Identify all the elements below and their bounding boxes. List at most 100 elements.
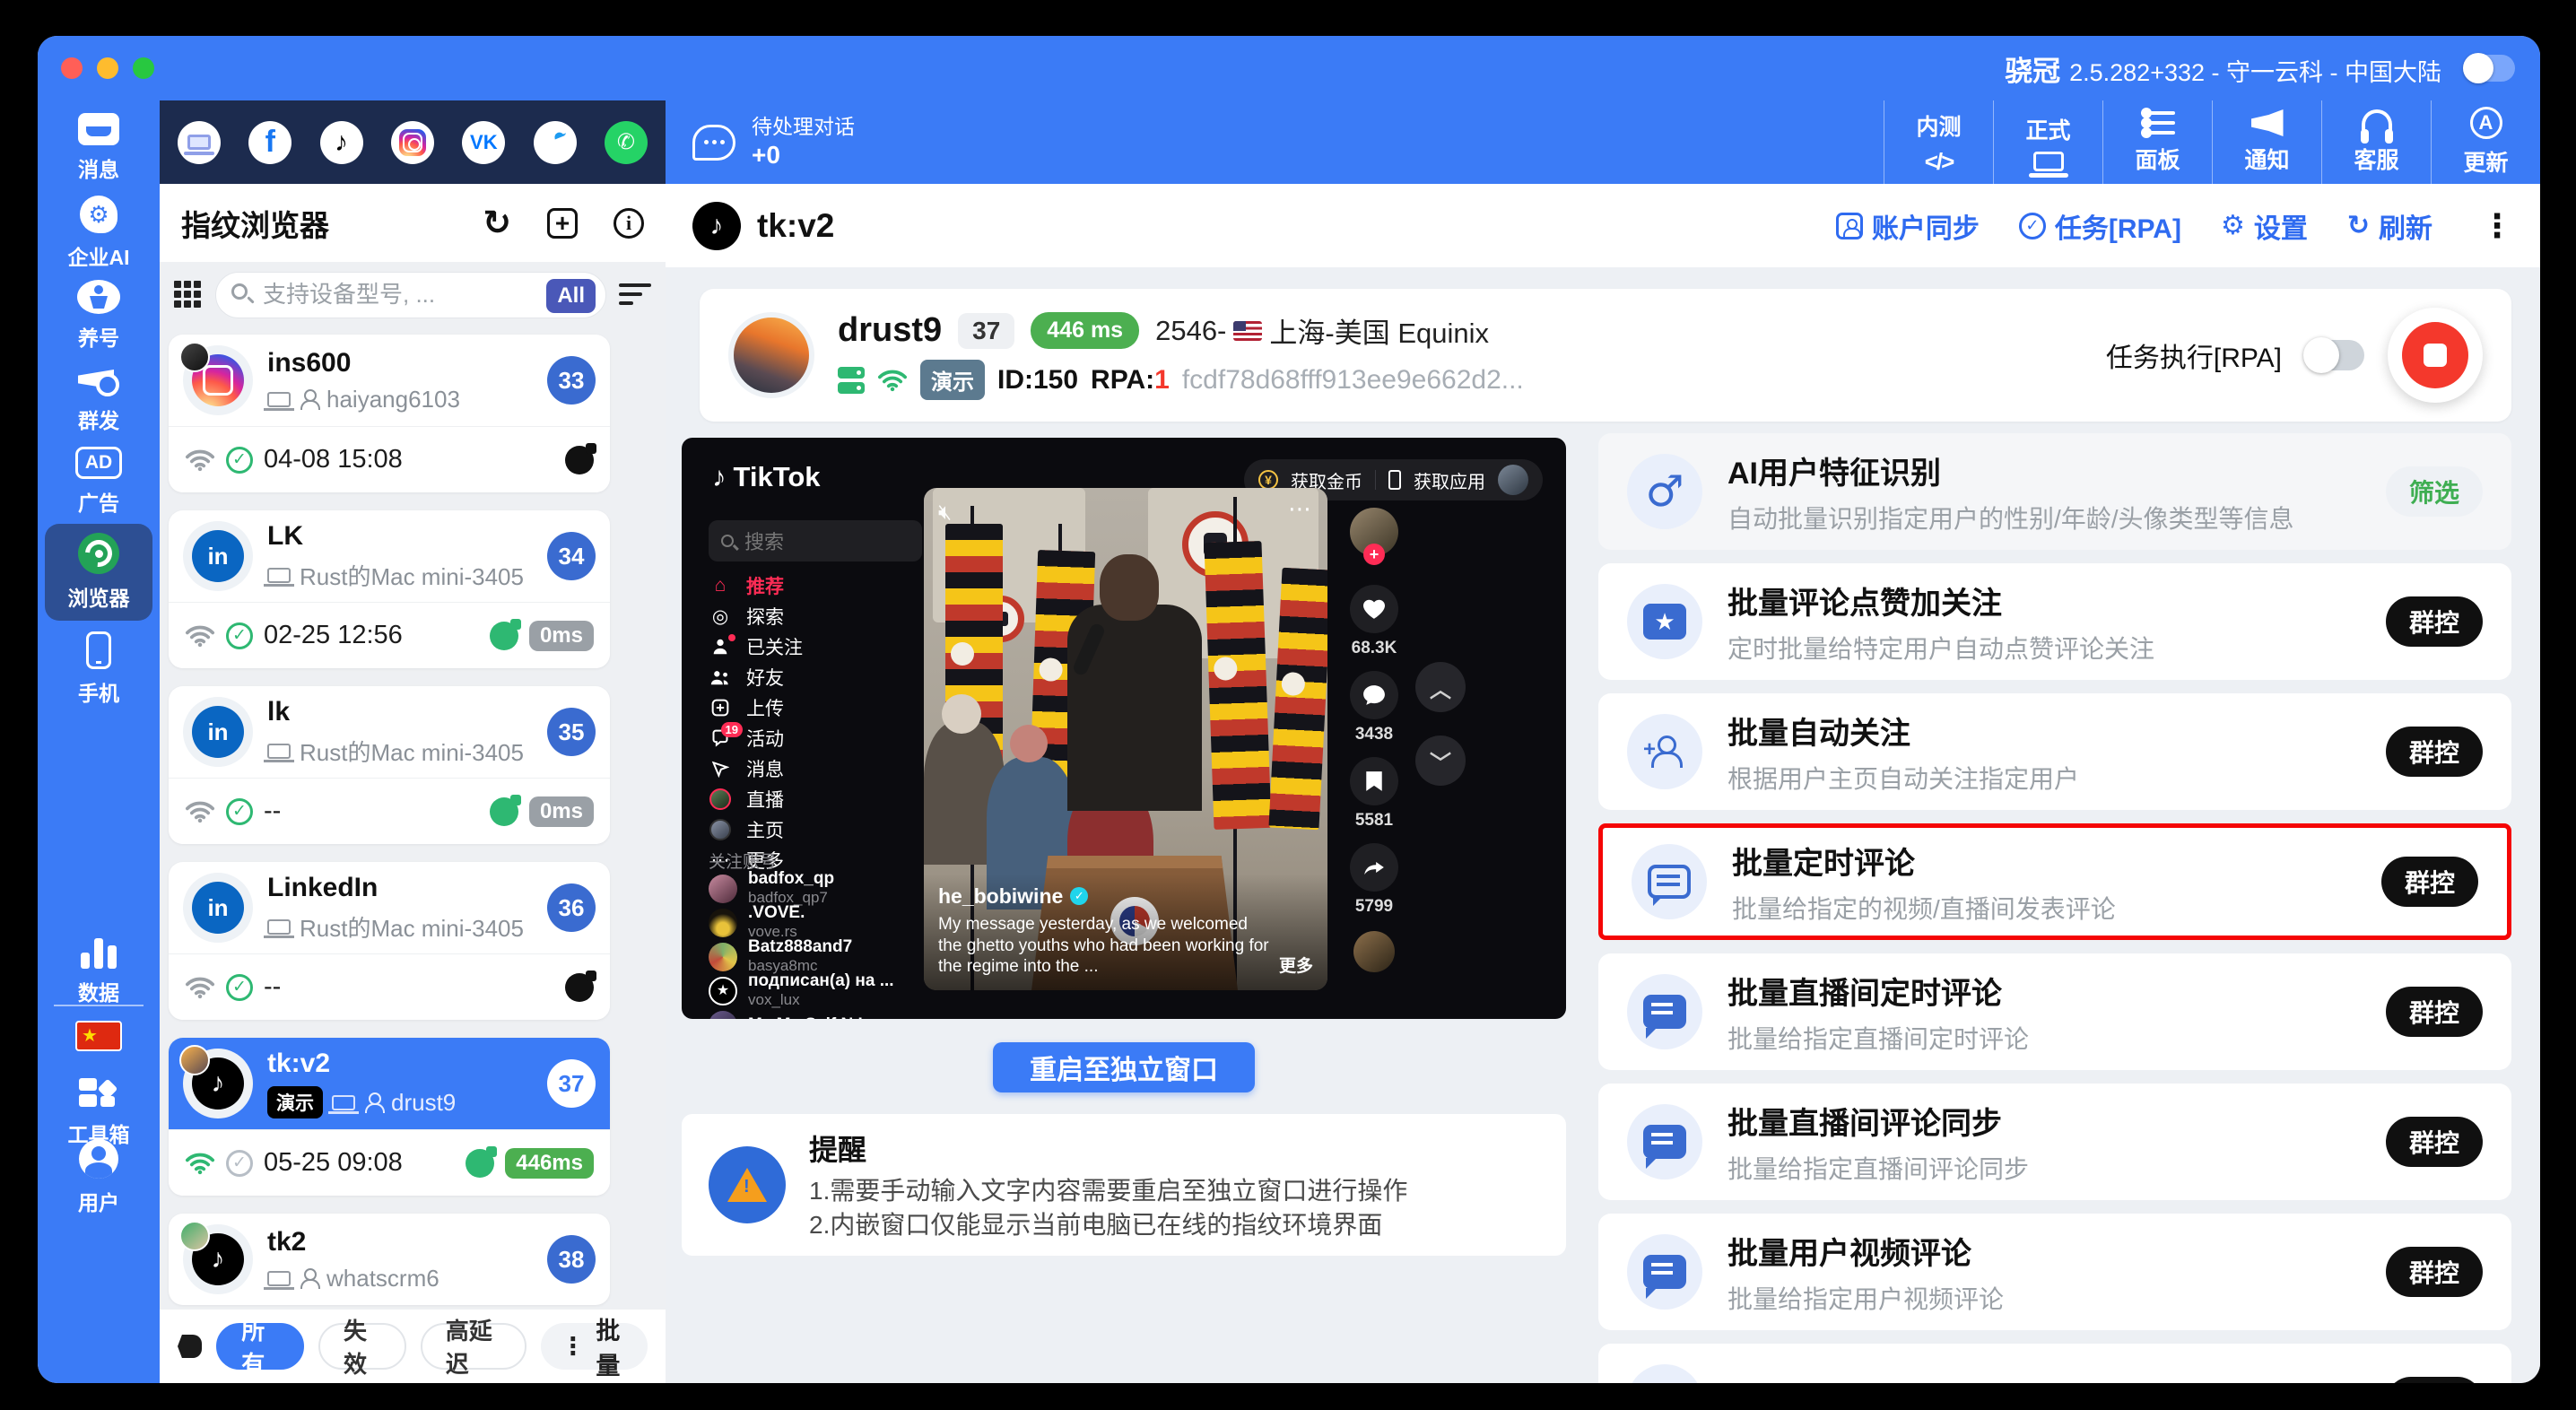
- proxy-globe-icon[interactable]: [565, 446, 594, 474]
- settings-button[interactable]: ⚙设置: [2221, 206, 2308, 246]
- feature-batch-auto-follow[interactable]: + 批量自动关注根据用户主页自动关注指定用户 群控: [1598, 693, 2511, 810]
- proxy-globe-icon[interactable]: [490, 622, 518, 650]
- stop-button[interactable]: [2388, 308, 2483, 403]
- filter-invalid[interactable]: 失效: [318, 1323, 406, 1370]
- refresh-button[interactable]: ↻刷新: [2347, 206, 2432, 246]
- tiktok-nav-friends[interactable]: 好友: [709, 664, 924, 691]
- share-button[interactable]: [1350, 843, 1398, 892]
- task-rpa-toggle[interactable]: [2305, 340, 2364, 370]
- feature-batch-scheduled-like[interactable]: 批量定时点赞 群控: [1598, 1344, 2511, 1383]
- support-button[interactable]: 客服: [2321, 100, 2431, 184]
- proxy-globe-icon[interactable]: [565, 973, 594, 1002]
- filter-all[interactable]: 所有: [216, 1323, 304, 1370]
- sidebar-item-browser[interactable]: 浏览器: [38, 533, 160, 612]
- account-sync-button[interactable]: 账户同步: [1836, 206, 1980, 246]
- proxy-globe-icon[interactable]: [490, 797, 518, 826]
- tiktok-nav-following[interactable]: 已关注: [709, 633, 924, 660]
- sidebar-item-language-flag[interactable]: ★: [38, 1021, 160, 1051]
- follow-plus-icon[interactable]: +: [1363, 544, 1385, 565]
- feature-batch-live-comment-sync[interactable]: 批量直播间评论同步批量给指定直播间评论同步 群控: [1598, 1084, 2511, 1200]
- account-row-ins600[interactable]: ins600 haiyang6103 33 ✓ 04-08 15:08: [169, 335, 610, 492]
- account-row-tk2[interactable]: ♪ tk2 whatscrm6 38: [169, 1214, 610, 1305]
- followed-account[interactable]: Batz888and7basya8mc: [709, 940, 933, 974]
- feature-batch-scheduled-comment-highlighted[interactable]: 批量定时评论批量给指定的视频/直播间发表评论 群控: [1598, 823, 2511, 940]
- sidebar-item-mass-send[interactable]: 群发: [38, 362, 160, 434]
- feature-batch-live-scheduled-comment[interactable]: 批量直播间定时评论批量给指定直播间定时评论 群控: [1598, 953, 2511, 1070]
- feature-batch-like-follow[interactable]: ★ 批量评论点赞加关注定时批量给特定用户自动点赞评论关注 群控: [1598, 563, 2511, 680]
- pending-conversations[interactable]: 待处理对话 +0: [752, 114, 855, 171]
- instagram-icon[interactable]: [391, 121, 434, 164]
- release-button[interactable]: 正式: [1993, 100, 2102, 184]
- mute-icon[interactable]: 🔇︎: [938, 500, 952, 526]
- facebook-icon[interactable]: f: [248, 121, 292, 164]
- account-row-tkv2-selected[interactable]: ♪ tk:v2 演示drust9 37 ✓ 05-25 09:08 446ms: [169, 1038, 610, 1196]
- tiktok-nav-messages[interactable]: 消息: [709, 755, 924, 782]
- theme-toggle[interactable]: [2463, 55, 2515, 82]
- beta-button[interactable]: 内测</>: [1884, 100, 1993, 184]
- account-row-LK[interactable]: in LK Rust的Mac mini-3405 34 ✓ 02-25 12:5…: [169, 510, 610, 668]
- sidebar-item-user[interactable]: 用户: [38, 1139, 160, 1216]
- creator-avatar[interactable]: +: [1350, 508, 1398, 556]
- sidebar-item-data[interactable]: 数据: [38, 935, 160, 1006]
- group-control-badge[interactable]: 群控: [2386, 1117, 2483, 1167]
- account-row-lk[interactable]: in lk Rust的Mac mini-3405 35 ✓ -- 0ms: [169, 686, 610, 844]
- sidebar-item-enterprise-ai[interactable]: ⚙ 企业AI: [38, 196, 160, 271]
- chat-bubble-icon[interactable]: [692, 125, 735, 161]
- followed-account[interactable]: .VOVE.vove.rs: [709, 906, 933, 940]
- group-control-badge[interactable]: 群控: [2386, 596, 2483, 647]
- followed-account[interactable]: badfox_qpbadfox_qp7: [709, 872, 933, 906]
- info-icon[interactable]: i: [614, 208, 644, 239]
- batch-actions-button[interactable]: ⋮批量: [541, 1323, 648, 1370]
- tag-icon[interactable]: [178, 1335, 202, 1358]
- sidebar-item-phone[interactable]: 手机: [38, 631, 160, 707]
- tiktok-nav-foryou[interactable]: ⌂推荐: [709, 572, 924, 599]
- caption-username[interactable]: he_bobiwine: [938, 884, 1063, 909]
- restart-standalone-window-button[interactable]: 重启至独立窗口: [993, 1042, 1255, 1092]
- group-control-badge[interactable]: 群控: [2381, 857, 2478, 907]
- sidebar-item-account-nurture[interactable]: 养号: [38, 280, 160, 352]
- sidebar-item-toolbox[interactable]: 工具箱: [38, 1075, 160, 1148]
- caption-more-button[interactable]: 更多: [1279, 956, 1313, 978]
- twitter-icon[interactable]: [534, 121, 577, 164]
- followed-account[interactable]: Me My Self N I: [709, 1008, 933, 1019]
- tiktok-user-avatar[interactable]: [1498, 465, 1528, 495]
- previous-video-button[interactable]: ︿: [1415, 662, 1466, 712]
- group-control-badge[interactable]: 群控: [2386, 987, 2483, 1037]
- grid-view-icon[interactable]: [174, 281, 203, 309]
- notifications-button[interactable]: 通知: [2212, 100, 2321, 184]
- tiktok-nav-live[interactable]: 直播: [709, 786, 924, 813]
- followed-account[interactable]: подписан(а) на ...vox_lux: [709, 974, 933, 1008]
- next-video-button[interactable]: ﹀: [1415, 735, 1466, 786]
- dashboard-button[interactable]: 面板: [2102, 100, 2212, 184]
- filter-badge[interactable]: 筛选: [2386, 466, 2483, 517]
- proxy-globe-icon[interactable]: [466, 1149, 494, 1178]
- sound-avatar[interactable]: [1353, 931, 1395, 972]
- group-control-badge[interactable]: 群控: [2386, 1377, 2483, 1383]
- refresh-list-icon[interactable]: ↻: [483, 203, 511, 243]
- minimize-window-button[interactable]: [97, 57, 118, 79]
- feature-batch-user-video-comment[interactable]: 批量用户视频评论批量给指定用户视频评论 群控: [1598, 1214, 2511, 1330]
- group-control-badge[interactable]: 群控: [2386, 727, 2483, 777]
- group-control-badge[interactable]: 群控: [2386, 1247, 2483, 1297]
- bookmark-button[interactable]: [1350, 757, 1398, 805]
- tiktok-nav-activity[interactable]: 19活动: [709, 725, 924, 752]
- tiktok-nav-explore[interactable]: ◎探索: [709, 603, 924, 630]
- sidebar-item-ads[interactable]: AD 广告: [38, 447, 160, 517]
- video-frame[interactable]: 🔇︎ ⋯ he_bobiwine✓ My message yesterday, …: [924, 488, 1327, 990]
- vk-icon[interactable]: VK: [462, 121, 505, 164]
- tiktok-nav-profile[interactable]: 主页: [709, 816, 924, 843]
- whatsapp-icon[interactable]: ✆: [605, 121, 648, 164]
- get-app-link[interactable]: 获取应用: [1414, 467, 1485, 493]
- zoom-window-button[interactable]: [133, 57, 154, 79]
- add-profile-icon[interactable]: +: [547, 208, 578, 239]
- account-row-LinkedIn[interactable]: in LinkedIn Rust的Mac mini-3405 36 ✓ --: [169, 862, 610, 1020]
- tiktok-icon[interactable]: ♪: [320, 121, 363, 164]
- feature-ai-user-recognition[interactable]: ♂ AI用户特征识别自动批量识别指定用户的性别/年龄/头像类型等信息 筛选: [1598, 433, 2511, 550]
- comment-button[interactable]: [1350, 671, 1398, 719]
- video-more-icon[interactable]: ⋯: [1288, 495, 1313, 523]
- close-window-button[interactable]: [61, 57, 83, 79]
- tiktok-nav-upload[interactable]: 上传: [709, 694, 924, 721]
- more-menu-icon[interactable]: ⋮: [2481, 207, 2513, 245]
- update-button[interactable]: A更新: [2431, 100, 2540, 184]
- task-rpa-button[interactable]: ✓任务[RPA]: [2019, 206, 2181, 246]
